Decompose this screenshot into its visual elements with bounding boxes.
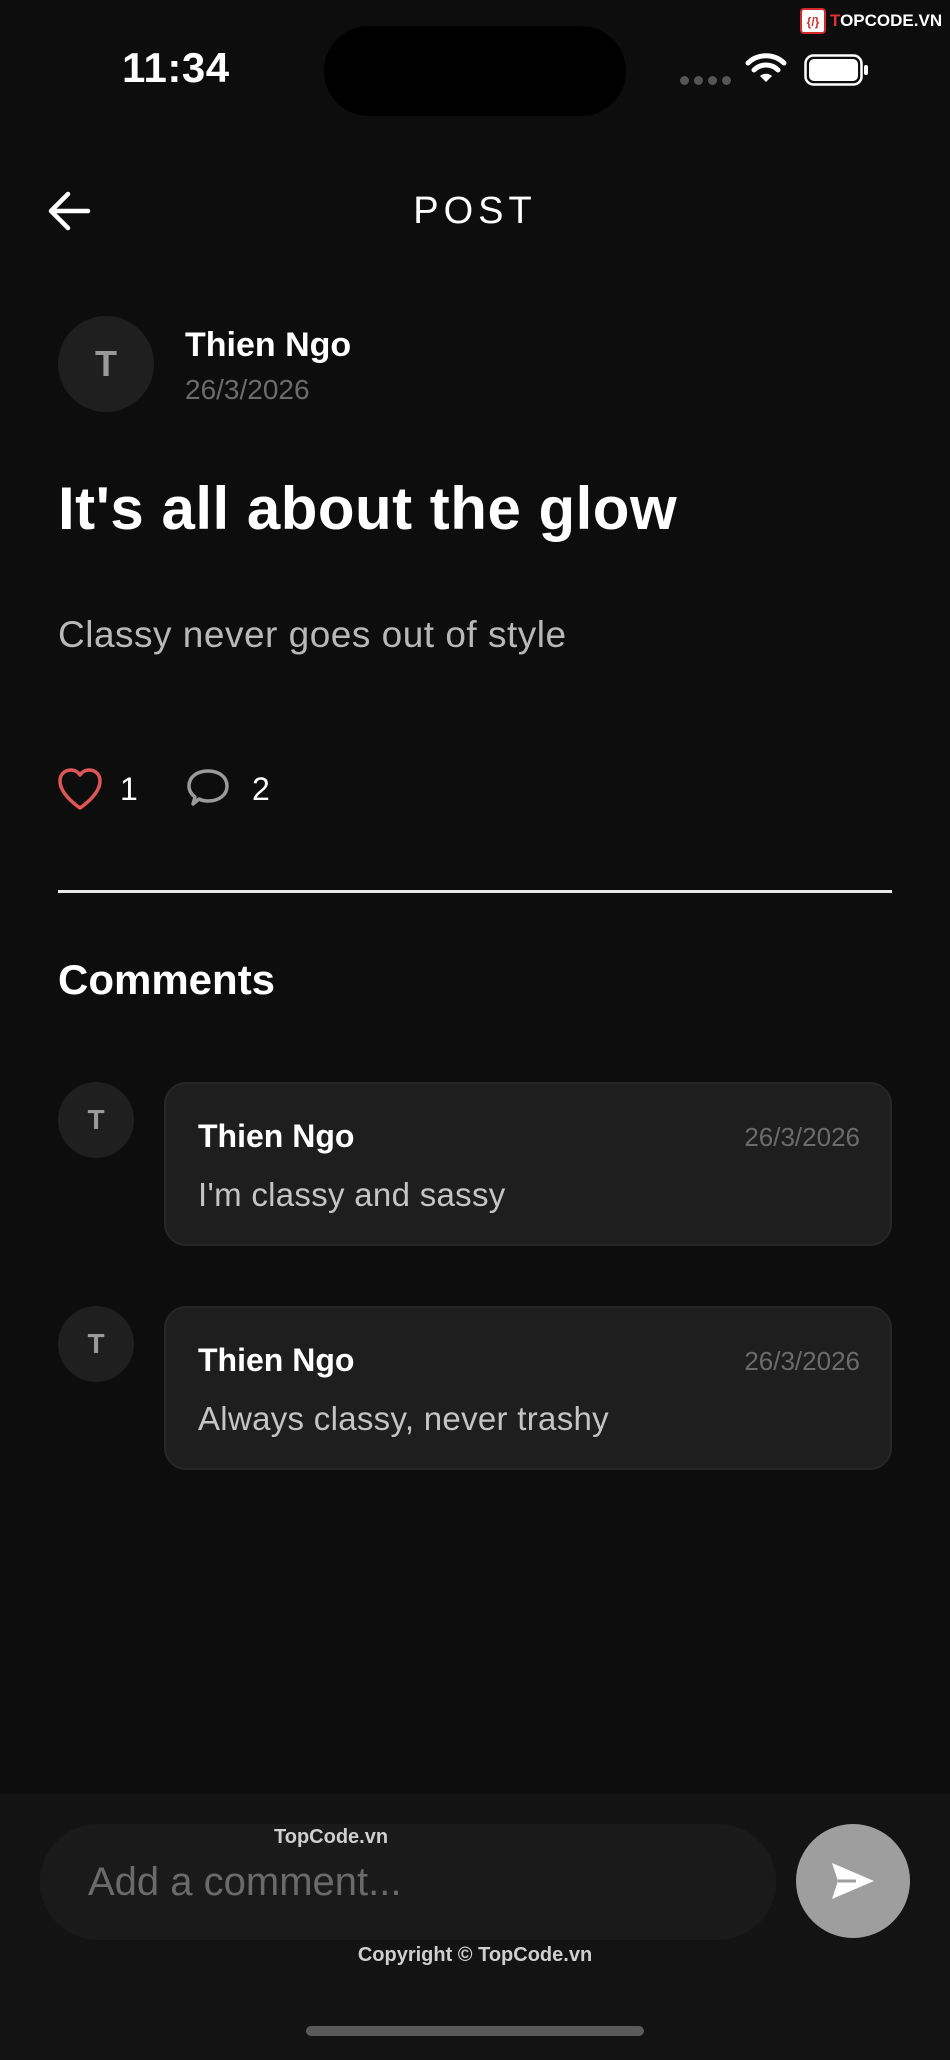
watermark-label: TopCode.vn — [274, 1826, 389, 1848]
comment-text: Always classy, never trashy — [198, 1400, 609, 1437]
comment-avatar[interactable]: T — [58, 1082, 134, 1158]
heart-icon — [58, 768, 102, 810]
comment-avatar[interactable]: T — [58, 1306, 134, 1382]
comments-heading: Comments — [58, 956, 276, 1003]
post-body: Classy never goes out of style — [58, 614, 567, 655]
comment-bubble: Thien Ngo 26/3/2026 I'm classy and sassy — [164, 1082, 892, 1246]
author-name[interactable]: Thien Ngo — [185, 326, 351, 365]
page-title: POST — [413, 190, 537, 232]
send-button[interactable] — [796, 1824, 910, 1938]
copyright-text: Copyright © TopCode.vn — [357, 1944, 593, 1966]
comment-author[interactable]: Thien Ngo — [198, 1118, 354, 1155]
logo-text-initial: T — [830, 11, 841, 30]
comment-bubble: Thien Ngo 26/3/2026 Always classy, never… — [164, 1306, 892, 1470]
wifi-icon — [745, 53, 787, 82]
dynamic-island — [324, 26, 626, 116]
comment-button[interactable]: 2 — [184, 766, 270, 812]
post-screen: 11:34 {/} TOPCODE.VN POST T Thien Ngo 26… — [0, 0, 950, 2060]
comment-date: 26/3/2026 — [744, 1346, 860, 1376]
cellular-signal-icon — [680, 76, 731, 85]
status-time: 11:34 — [122, 44, 230, 91]
logo-text-rest: OPCODE.VN — [840, 11, 943, 30]
post-date: 26/3/2026 — [185, 374, 310, 405]
comment-text: I'm classy and sassy — [198, 1176, 506, 1213]
like-count: 1 — [120, 770, 138, 807]
watermark-logo: {/} TOPCODE.VN — [800, 8, 942, 34]
topcode-logo-icon: {/} — [800, 8, 826, 34]
battery-icon — [804, 54, 868, 86]
divider — [58, 890, 892, 893]
post-title: It's all about the glow — [58, 475, 678, 542]
author-avatar[interactable]: T — [58, 316, 154, 412]
comment-count: 2 — [252, 770, 270, 807]
send-icon — [832, 1863, 874, 1899]
home-indicator[interactable] — [306, 2026, 644, 2036]
comment-author[interactable]: Thien Ngo — [198, 1342, 354, 1379]
like-button[interactable]: 1 — [56, 766, 138, 812]
comment-input[interactable] — [40, 1824, 776, 1940]
comment-date: 26/3/2026 — [744, 1122, 860, 1152]
comment-bubble-icon — [187, 769, 229, 806]
